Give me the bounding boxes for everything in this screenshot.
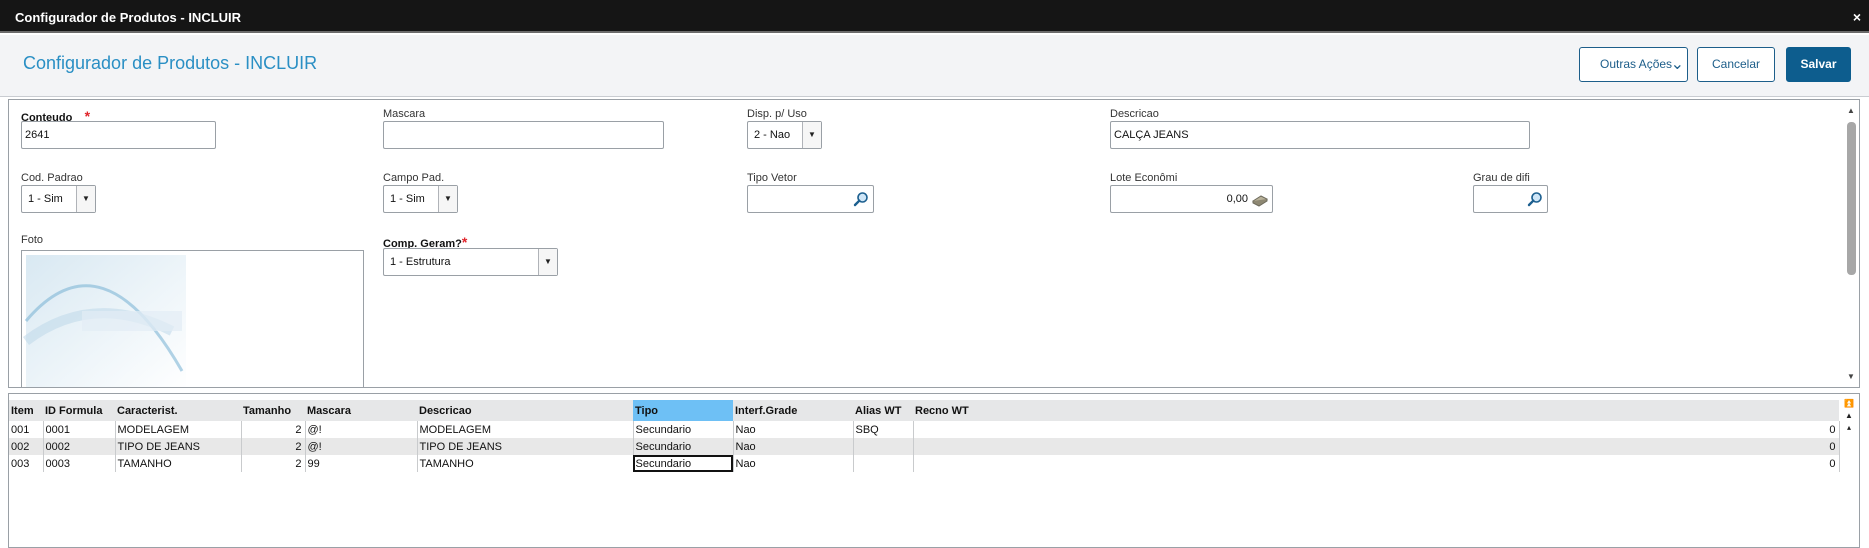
foto-label: Foto bbox=[21, 234, 44, 246]
cod-padrao-select[interactable]: 1 - Sim ▼ bbox=[21, 185, 96, 213]
cell-tamanho[interactable]: 2 bbox=[241, 455, 306, 472]
column-header-descricao[interactable]: Descricao bbox=[417, 400, 633, 421]
disp-uso-select[interactable]: 2 - Nao ▼ bbox=[747, 121, 822, 149]
cell-tamanho[interactable]: 2 bbox=[241, 438, 306, 455]
chevron-down-icon[interactable]: ▼ bbox=[438, 186, 457, 212]
form-scrollbar[interactable]: ▲ ▼ bbox=[1844, 100, 1859, 387]
window-titlebar: Configurador de Produtos - INCLUIR × bbox=[0, 0, 1869, 33]
more-actions-label: Outras Ações bbox=[1600, 57, 1673, 71]
cell-id-formula[interactable]: 0002 bbox=[43, 438, 116, 455]
cell-item[interactable]: 003 bbox=[9, 455, 44, 472]
cell-descricao[interactable]: TAMANHO bbox=[417, 455, 634, 472]
page-header: Configurador de Produtos - INCLUIR Outra… bbox=[0, 35, 1869, 97]
photo-box[interactable] bbox=[21, 250, 364, 387]
comp-geram-value: 1 - Estrutura bbox=[390, 256, 451, 268]
tipo-vetor-field[interactable] bbox=[747, 185, 874, 213]
chevron-down-icon: ⌄ bbox=[1670, 56, 1684, 73]
scrollbar-thumb[interactable] bbox=[1847, 122, 1856, 275]
items-grid: Item ID Formula Caracterist. Tamanho Mas… bbox=[8, 393, 1860, 548]
chevron-down-icon[interactable]: ▼ bbox=[76, 186, 95, 212]
items-table: Item ID Formula Caracterist. Tamanho Mas… bbox=[9, 400, 1840, 472]
cell-tipo[interactable]: Secundario bbox=[633, 421, 734, 438]
scroll-up-icon[interactable]: ▲ bbox=[1847, 106, 1855, 115]
column-header-alias-wt[interactable]: Alias WT bbox=[853, 400, 913, 421]
disp-uso-label: Disp. p/ Uso bbox=[747, 108, 807, 120]
grau-difi-label: Grau de difi bbox=[1473, 172, 1530, 184]
previous-record-icon[interactable]: ▴ bbox=[1842, 422, 1856, 434]
photo-placeholder-image bbox=[22, 255, 186, 387]
cell-recno-wt[interactable]: 0 bbox=[913, 438, 1840, 455]
column-header-caracterist[interactable]: Caracterist. bbox=[115, 400, 241, 421]
cell-interf-grade[interactable]: Nao bbox=[733, 438, 854, 455]
search-icon[interactable] bbox=[1527, 191, 1543, 207]
cell-interf-grade[interactable]: Nao bbox=[733, 421, 854, 438]
scroll-down-icon[interactable]: ▼ bbox=[1847, 372, 1855, 381]
cell-mascara[interactable]: 99 bbox=[305, 455, 418, 472]
grid-navigation: ⏫ ▲ ▴ bbox=[1842, 398, 1856, 434]
cod-padrao-label: Cod. Padrao bbox=[21, 172, 83, 184]
campo-pad-value: 1 - Sim bbox=[390, 193, 425, 205]
cell-caracterist[interactable]: MODELAGEM bbox=[115, 421, 242, 438]
mascara-field[interactable] bbox=[383, 121, 664, 149]
campo-pad-label: Campo Pad. bbox=[383, 172, 445, 184]
cell-alias-wt[interactable]: SBQ bbox=[853, 421, 914, 438]
column-header-tipo[interactable]: Tipo bbox=[633, 400, 733, 421]
cell-descricao[interactable]: MODELAGEM bbox=[417, 421, 634, 438]
tipo-vetor-label: Tipo Vetor bbox=[747, 172, 797, 184]
table-row[interactable]: 001 0001 MODELAGEM 2 @! MODELAGEM Secund… bbox=[9, 421, 1840, 438]
cell-interf-grade[interactable]: Nao bbox=[733, 455, 854, 472]
campo-pad-select[interactable]: 1 - Sim ▼ bbox=[383, 185, 458, 213]
cell-mascara[interactable]: @! bbox=[305, 421, 418, 438]
conteudo-field[interactable]: 2641 bbox=[21, 121, 216, 149]
cell-item[interactable]: 002 bbox=[9, 438, 44, 455]
column-header-recno-wt[interactable]: Recno WT bbox=[913, 400, 1839, 421]
descricao-label: Descricao bbox=[1110, 108, 1159, 120]
column-header-item[interactable]: Item bbox=[9, 400, 43, 421]
save-button[interactable]: Salvar bbox=[1786, 47, 1851, 82]
mascara-label: Mascara bbox=[383, 108, 426, 120]
cell-recno-wt[interactable]: 0 bbox=[913, 455, 1840, 472]
descricao-field[interactable]: CALÇA JEANS bbox=[1110, 121, 1530, 149]
table-row[interactable]: 003 0003 TAMANHO 2 99 TAMANHO Secundario… bbox=[9, 455, 1840, 472]
lote-economico-field[interactable]: 0,00 bbox=[1110, 185, 1273, 213]
close-icon[interactable]: × bbox=[1853, 9, 1861, 25]
chevron-down-icon[interactable]: ▼ bbox=[802, 122, 821, 148]
cell-alias-wt[interactable] bbox=[853, 455, 914, 472]
cell-recno-wt[interactable]: 0 bbox=[913, 421, 1840, 438]
search-icon[interactable] bbox=[853, 191, 869, 207]
table-row[interactable]: 002 0002 TIPO DE JEANS 2 @! TIPO DE JEAN… bbox=[9, 438, 1840, 455]
cell-alias-wt[interactable] bbox=[853, 438, 914, 455]
cell-id-formula[interactable]: 0003 bbox=[43, 455, 116, 472]
comp-geram-select[interactable]: 1 - Estrutura ▼ bbox=[383, 248, 558, 276]
cell-id-formula[interactable]: 0001 bbox=[43, 421, 116, 438]
cell-descricao[interactable]: TIPO DE JEANS bbox=[417, 438, 634, 455]
grau-difi-field[interactable] bbox=[1473, 185, 1548, 213]
cell-item[interactable]: 001 bbox=[9, 421, 44, 438]
more-actions-button[interactable]: Outras Ações ⌄ bbox=[1579, 47, 1688, 82]
chevron-down-icon[interactable]: ▼ bbox=[538, 249, 557, 275]
table-header-row: Item ID Formula Caracterist. Tamanho Mas… bbox=[9, 400, 1839, 421]
lote-economico-value: 0,00 bbox=[1226, 193, 1248, 205]
window-title: Configurador de Produtos - INCLUIR bbox=[15, 10, 242, 25]
cell-tipo-focused[interactable]: Secundario bbox=[633, 455, 734, 472]
cell-caracterist[interactable]: TAMANHO bbox=[115, 455, 242, 472]
column-header-mascara[interactable]: Mascara bbox=[305, 400, 417, 421]
cell-caracterist[interactable]: TIPO DE JEANS bbox=[115, 438, 242, 455]
product-form: Conteudo * 2641 Mascara Disp. p/ Uso 2 -… bbox=[8, 99, 1860, 388]
disp-uso-value: 2 - Nao bbox=[754, 129, 791, 141]
cell-tipo[interactable]: Secundario bbox=[633, 438, 734, 455]
cod-padrao-value: 1 - Sim bbox=[28, 193, 63, 205]
page-title: Configurador de Produtos - INCLUIR bbox=[23, 53, 318, 73]
column-header-tamanho[interactable]: Tamanho bbox=[241, 400, 305, 421]
cancel-button[interactable]: Cancelar bbox=[1697, 47, 1775, 82]
first-record-icon[interactable]: ⏫ bbox=[1842, 398, 1856, 410]
column-header-id-formula[interactable]: ID Formula bbox=[43, 400, 115, 421]
calculator-icon[interactable] bbox=[1252, 191, 1268, 207]
previous-page-icon[interactable]: ▲ bbox=[1842, 410, 1856, 422]
column-header-interf-grade[interactable]: Interf.Grade bbox=[733, 400, 853, 421]
cell-mascara[interactable]: @! bbox=[305, 438, 418, 455]
lote-economico-label: Lote Econômi bbox=[1110, 172, 1178, 184]
cell-tamanho[interactable]: 2 bbox=[241, 421, 306, 438]
